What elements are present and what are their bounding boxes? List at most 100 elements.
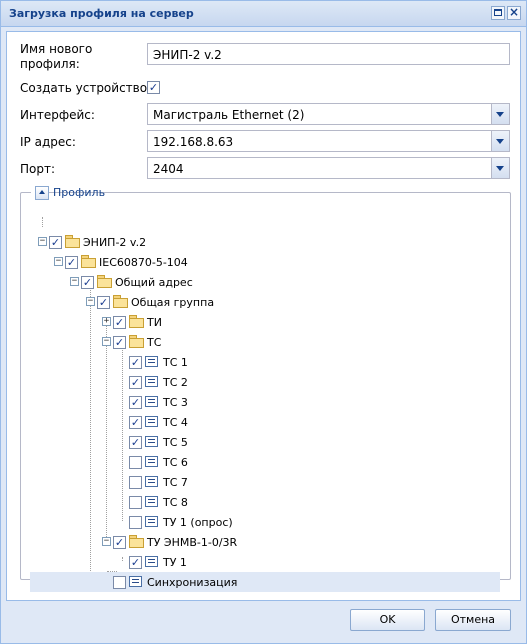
signal-icon	[145, 456, 158, 467]
collapse-icon[interactable]: −	[102, 537, 111, 546]
tree-leaf-ts4[interactable]: ✓ ТС 4	[21, 412, 510, 432]
tree-leaf-sync[interactable]: Синхронизация	[30, 572, 500, 592]
tree-checkbox[interactable]	[129, 456, 142, 469]
tree-node-tu-enmv[interactable]: − ✓ ТУ ЭНМВ-1-0/3R	[21, 532, 510, 552]
tree-node-label: ТУ ЭНМВ-1-0/3R	[147, 536, 238, 549]
tree-checkbox[interactable]: ✓	[129, 356, 142, 369]
chevron-down-icon[interactable]	[491, 104, 509, 124]
tree-node-label: ТС 6	[163, 456, 188, 469]
tree-node-label: ТС 4	[163, 416, 188, 429]
signal-icon	[145, 556, 158, 567]
signal-icon	[145, 416, 158, 427]
collapse-icon[interactable]: −	[38, 237, 47, 246]
ip-value: 192.168.8.63	[153, 135, 234, 149]
maximize-icon[interactable]	[491, 6, 505, 20]
tree-node-root[interactable]: − ✓ ЭНИП-2 v.2	[21, 232, 510, 252]
tree-leaf-tu1-poll[interactable]: ТУ 1 (опрос)	[21, 512, 510, 532]
profile-name-input[interactable]: ЭНИП-2 v.2	[147, 43, 510, 65]
tree-checkbox[interactable]: ✓	[129, 416, 142, 429]
tree-checkbox[interactable]	[129, 496, 142, 509]
tree-node-ts[interactable]: − ✓ ТС	[21, 332, 510, 352]
collapse-icon[interactable]: −	[70, 277, 79, 286]
signal-icon	[145, 436, 158, 447]
profile-tree: − ✓ ЭНИП-2 v.2 − ✓ IEC60870-5-104 − ✓ Об…	[21, 193, 510, 592]
dialog-footer: OK Отмена	[1, 601, 526, 643]
folder-icon	[129, 335, 144, 348]
tree-node-label: ТС 5	[163, 436, 188, 449]
tree-node-label: Общая группа	[131, 296, 215, 309]
profile-fieldset: Профиль − ✓ ЭНИП-2 v.2 − ✓ IEC60870-5-10…	[20, 185, 511, 592]
tree-node-label: ТС 2	[163, 376, 188, 389]
interface-select[interactable]: Магистраль Ethernet (2)	[147, 103, 510, 125]
tree-checkbox[interactable]: ✓	[113, 536, 126, 549]
collapse-icon[interactable]: −	[54, 257, 63, 266]
ip-label: IP адрес:	[20, 135, 76, 149]
tree-leaf-ts7[interactable]: ТС 7	[21, 472, 510, 492]
tree-node-label: Общий адрес	[115, 276, 193, 289]
tree-node-label: IEC60870-5-104	[99, 256, 188, 269]
folder-icon	[113, 295, 128, 308]
chevron-down-icon[interactable]	[491, 131, 509, 151]
tree-node-label: ТУ 1	[163, 556, 187, 569]
ip-select[interactable]: 192.168.8.63	[147, 130, 510, 152]
folder-icon	[97, 275, 112, 288]
tree-checkbox[interactable]: ✓	[97, 296, 110, 309]
tree-connector	[42, 217, 43, 227]
port-value: 2404	[153, 162, 184, 176]
tree-leaf-ts2[interactable]: ✓ ТС 2	[21, 372, 510, 392]
tree-checkbox[interactable]	[113, 576, 126, 589]
tree-node-label: ТС 7	[163, 476, 188, 489]
tree-checkbox[interactable]: ✓	[129, 376, 142, 389]
folder-icon	[129, 535, 144, 548]
profile-name-value: ЭНИП-2 v.2	[153, 48, 222, 62]
signal-icon	[145, 496, 158, 507]
ok-button[interactable]: OK	[350, 609, 425, 631]
upload-profile-dialog: Загрузка профиля на сервер × Имя нового …	[0, 0, 527, 644]
tree-checkbox[interactable]	[129, 476, 142, 489]
signal-icon	[145, 476, 158, 487]
tree-checkbox[interactable]	[129, 516, 142, 529]
tree-node-label: ТИ	[147, 316, 162, 329]
tree-leaf-ts5[interactable]: ✓ ТС 5	[21, 432, 510, 452]
tree-leaf-ts1[interactable]: ✓ ТС 1	[21, 352, 510, 372]
collapse-icon[interactable]: −	[102, 337, 111, 346]
tree-checkbox[interactable]: ✓	[49, 236, 62, 249]
tree-leaf-ts8[interactable]: ТС 8	[21, 492, 510, 512]
close-icon[interactable]: ×	[507, 6, 521, 20]
dialog-titlebar: Загрузка профиля на сервер ×	[1, 1, 526, 27]
folder-icon	[65, 235, 80, 248]
tree-node-label: ТС 1	[163, 356, 188, 369]
signal-icon	[129, 576, 142, 587]
tree-checkbox[interactable]: ✓	[129, 556, 142, 569]
dialog-title: Загрузка профиля на сервер	[9, 7, 194, 20]
collapse-icon[interactable]: −	[86, 297, 95, 306]
signal-icon	[145, 396, 158, 407]
cancel-button[interactable]: Отмена	[435, 609, 511, 631]
tree-checkbox[interactable]: ✓	[113, 316, 126, 329]
port-select[interactable]: 2404	[147, 157, 510, 179]
create-device-checkbox[interactable]: ✓	[147, 81, 160, 94]
chevron-down-icon[interactable]	[491, 158, 509, 178]
tree-checkbox[interactable]: ✓	[65, 256, 78, 269]
folder-icon	[81, 255, 96, 268]
tree-node-label: ТС 3	[163, 396, 188, 409]
tree-leaf-ts6[interactable]: ТС 6	[21, 452, 510, 472]
tree-checkbox[interactable]: ✓	[129, 436, 142, 449]
folder-icon	[129, 315, 144, 328]
tree-node-protocol[interactable]: − ✓ IEC60870-5-104	[21, 252, 510, 272]
tree-leaf-tu1[interactable]: ✓ ТУ 1	[21, 552, 510, 572]
tree-leaf-ts3[interactable]: ✓ ТС 3	[21, 392, 510, 412]
interface-label: Интерфейс:	[20, 108, 95, 122]
tree-node-label: ТС	[147, 336, 162, 349]
tree-checkbox[interactable]: ✓	[113, 336, 126, 349]
tree-node-common-address[interactable]: − ✓ Общий адрес	[21, 272, 510, 292]
tree-node-label: Синхронизация	[147, 576, 238, 589]
tree-node-label: ТС 8	[163, 496, 188, 509]
tree-checkbox[interactable]: ✓	[81, 276, 94, 289]
tree-node-ti[interactable]: + ✓ ТИ	[21, 312, 510, 332]
expand-icon[interactable]: +	[102, 317, 111, 326]
tree-checkbox[interactable]: ✓	[129, 396, 142, 409]
interface-value: Магистраль Ethernet (2)	[153, 108, 305, 122]
tree-node-common-group[interactable]: − ✓ Общая группа	[21, 292, 510, 312]
signal-icon	[145, 516, 158, 527]
